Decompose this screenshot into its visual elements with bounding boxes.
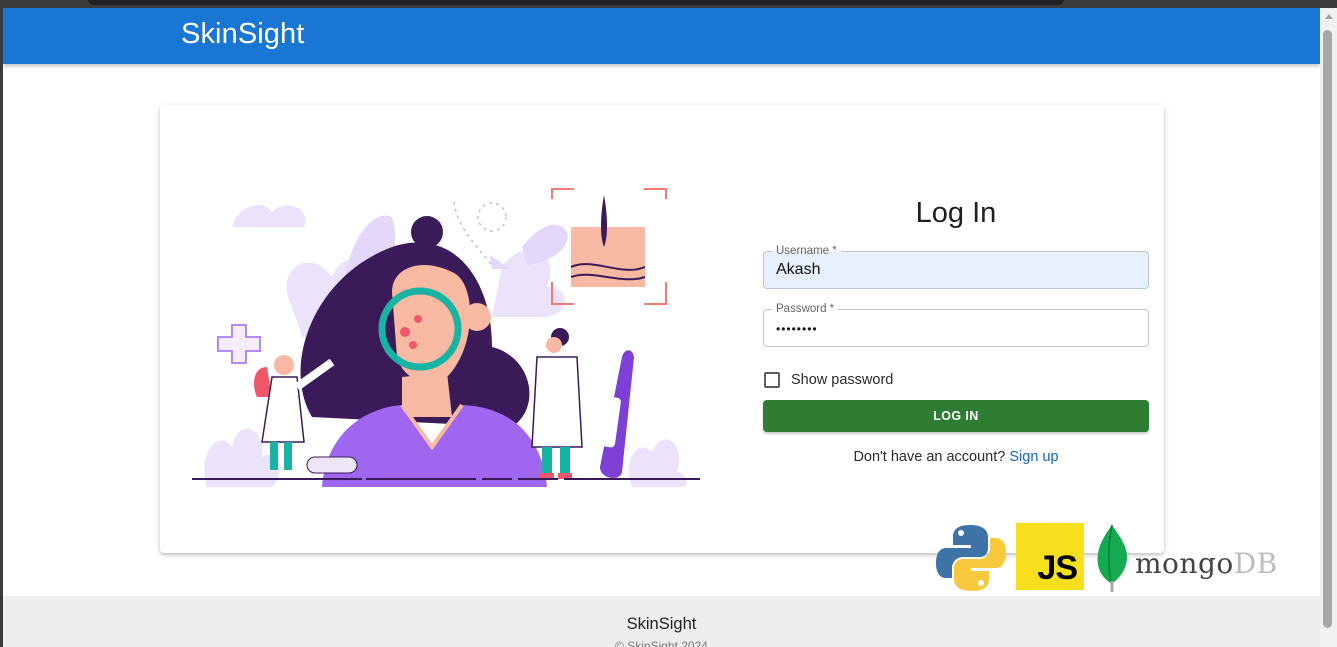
scroll-up-icon[interactable] bbox=[1325, 14, 1333, 19]
show-password-checkbox[interactable] bbox=[764, 372, 780, 388]
footer-copyright: © SkinSight 2024 bbox=[615, 639, 708, 647]
mongodb-logo: mongoDB bbox=[1094, 523, 1279, 593]
username-label: Username * bbox=[772, 245, 841, 257]
browser-tab-strip bbox=[88, 0, 1064, 5]
page-scrollbar[interactable] bbox=[1320, 8, 1337, 647]
username-field[interactable]: Username * Akash bbox=[763, 245, 1149, 289]
footer-brand: SkinSight bbox=[626, 615, 697, 633]
medical-cross-icon bbox=[217, 324, 261, 364]
mongodb-leaf-icon bbox=[1097, 524, 1128, 592]
show-password-row[interactable]: Show password bbox=[763, 371, 893, 389]
signup-row: Don't have an account? Sign up bbox=[763, 449, 1149, 465]
password-field[interactable]: Password * •••••••• bbox=[763, 303, 1149, 347]
page-viewport: SkinSight Log In Username * Akash Passwo… bbox=[3, 8, 1320, 647]
signup-link[interactable]: Sign up bbox=[1009, 449, 1058, 465]
login-title: Log In bbox=[915, 197, 997, 229]
scrollbar-thumb[interactable] bbox=[1323, 30, 1332, 628]
python-logo-icon bbox=[936, 525, 1006, 591]
login-button[interactable]: LOG IN bbox=[763, 400, 1149, 432]
browser-top-strip bbox=[0, 0, 1337, 8]
brand-title[interactable]: SkinSight bbox=[181, 18, 304, 51]
password-label: Password * bbox=[772, 303, 839, 315]
db-text: DB bbox=[1233, 547, 1278, 580]
js-logo-text: JS bbox=[1037, 549, 1078, 587]
dermatology-illustration bbox=[192, 188, 700, 487]
mongo-text: mongo bbox=[1135, 547, 1234, 580]
show-password-label[interactable]: Show password bbox=[791, 372, 893, 388]
app-bar: SkinSight bbox=[3, 8, 1320, 64]
pill bbox=[306, 456, 358, 474]
username-value[interactable]: Akash bbox=[776, 261, 820, 279]
javascript-logo-icon: JS bbox=[1016, 523, 1084, 590]
mongodb-wordmark: mongoDB bbox=[1135, 547, 1278, 580]
login-card: Log In Username * Akash Password * •••••… bbox=[160, 105, 1164, 553]
dotted-swirl bbox=[453, 201, 507, 266]
footer: SkinSight © SkinSight 2024 bbox=[3, 596, 1320, 647]
password-value[interactable]: •••••••• bbox=[776, 322, 818, 336]
signup-prompt: Don't have an account? bbox=[853, 449, 1006, 465]
